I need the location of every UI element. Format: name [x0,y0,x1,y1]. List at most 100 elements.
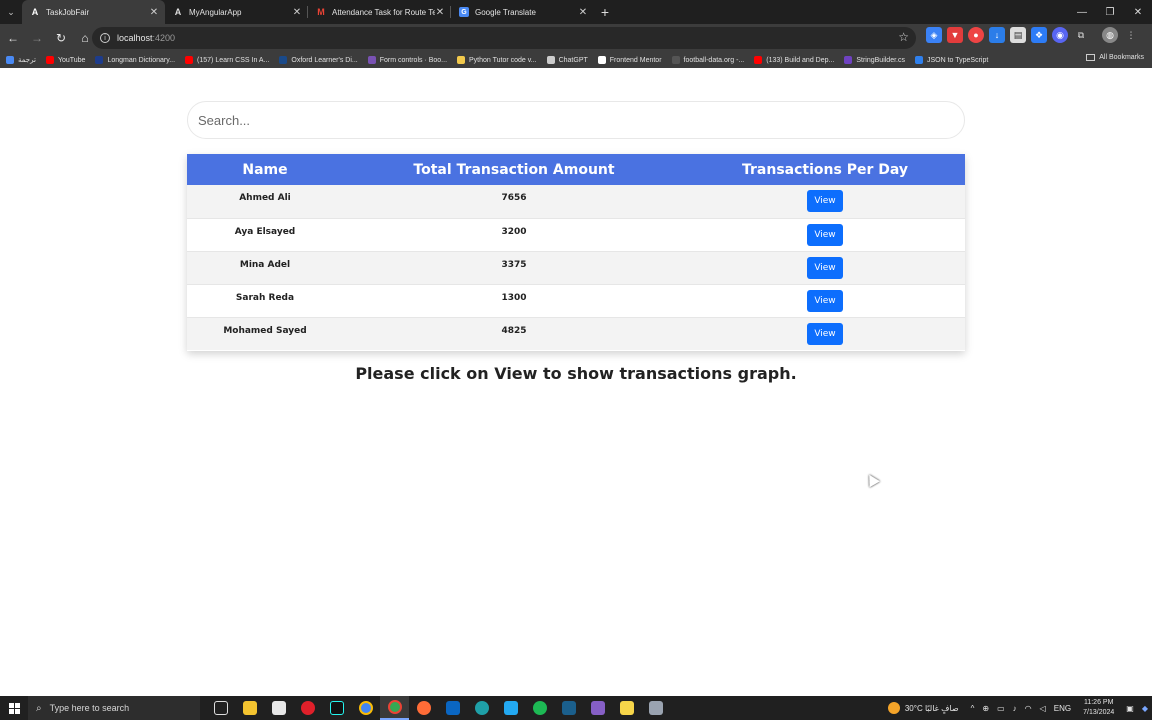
bookmark-item[interactable]: StringBuilder.cs [844,56,905,64]
close-tab-icon[interactable]: ✕ [435,7,445,18]
chrome-icon[interactable] [351,696,380,720]
tab-myangularapp[interactable]: A MyAngularApp ✕ [165,0,308,24]
bookmark-item[interactable]: YouTube [45,56,85,64]
vscode-icon[interactable] [496,696,525,720]
spotify-icon[interactable] [525,696,554,720]
bookmark-item[interactable]: ترجمة [6,56,36,64]
tab-google-translate[interactable]: G Google Translate ✕ [451,0,594,24]
total-amount: 3200 [343,217,685,251]
extension-icon[interactable]: ◈ [926,27,942,43]
opera-icon[interactable] [293,696,322,720]
microsoft-store-icon[interactable] [264,696,293,720]
tab-strip: ⌄ A TaskJobFair ✕ A MyAngularApp ✕ M Att… [0,0,1152,24]
brave-shield-icon[interactable]: ▼ [947,27,963,43]
clock-time: 11:26 PM [1083,699,1114,706]
visual-studio-icon[interactable] [583,696,612,720]
sticky-notes-icon[interactable] [612,696,641,720]
bookmark-favicon-icon [844,56,853,64]
bookmark-item[interactable]: Form controls · Boo... [367,56,447,64]
bookmark-item[interactable]: Frontend Mentor [597,56,662,64]
steam-icon[interactable] [554,696,583,720]
volume-icon[interactable]: ◁ [1040,704,1046,713]
extension-icon[interactable]: ▤ [1010,27,1026,43]
view-button[interactable]: View [807,322,843,345]
tiktok-icon[interactable] [322,696,351,720]
linkedin-icon[interactable] [438,696,467,720]
extension-icon[interactable]: ● [968,27,984,43]
view-button[interactable]: View [807,289,843,312]
bookmark-item[interactable]: (157) Learn CSS In A... [185,56,269,64]
tab-attendance-task[interactable]: M Attendance Task for Route Tech ✕ [308,0,451,24]
close-tab-icon[interactable]: ✕ [149,7,159,18]
view-button[interactable]: View [807,256,843,279]
table-header-row: Name Total Transaction Amount Transactio… [187,154,965,185]
bootstrap-icon [367,56,376,64]
all-bookmarks-button[interactable]: All Bookmarks [1086,54,1144,61]
show-hidden-icons-chevron-icon[interactable]: ^ [971,704,975,713]
forward-icon[interactable]: → [26,27,48,49]
search-input[interactable] [187,101,965,139]
input-language[interactable]: ENG [1054,704,1071,713]
table-row: Sarah Reda 1300 View [187,283,965,317]
restore-icon[interactable]: ❐ [1096,0,1124,24]
transactions-table-card: Name Total Transaction Amount Transactio… [187,154,965,351]
address-bar[interactable]: i localhost :4200 ☆ [92,27,916,49]
copilot-icon[interactable]: ◆ [1142,704,1148,713]
taskbar-clock[interactable]: 11:26 PM 7/13/2024 [1083,698,1114,718]
bookmark-label: StringBuilder.cs [856,56,905,64]
bookmark-item[interactable]: Longman Dictionary... [95,56,175,64]
app-icon[interactable] [641,696,670,720]
close-tab-icon[interactable]: ✕ [578,7,588,18]
taskbar-search-box[interactable]: ⌕ Type here to search [28,696,200,720]
bookmark-item[interactable]: ChatGPT [546,56,588,64]
wifi-icon[interactable]: ◠ [1025,704,1032,713]
column-header-name: Name [242,161,288,178]
bookmark-item[interactable]: (133) Build and Dep... [754,56,834,64]
bookmark-item[interactable]: Python Tutor code v... [457,56,537,64]
menu-dots-icon[interactable]: ⋮ [1123,27,1139,43]
extension-icon[interactable]: ↓ [989,27,1005,43]
windows-start-icon[interactable] [0,696,28,720]
reload-icon[interactable]: ↻ [50,27,72,49]
bookmark-item[interactable]: football-data.org -... [671,56,744,64]
gmail-icon: M [317,7,325,17]
chrome-active-icon[interactable] [380,696,409,720]
edge-icon[interactable] [467,696,496,720]
battery-icon[interactable]: ▭ [997,704,1005,713]
bookmarks-bar: ترجمة YouTube Longman Dictionary... (157… [0,52,1152,68]
tab-title: TaskJobFair [46,7,90,17]
puzzle-extensions-icon[interactable]: ⧉ [1073,27,1089,43]
task-view-icon[interactable] [206,696,235,720]
minimize-icon[interactable]: — [1068,0,1096,24]
bookmark-favicon-icon [914,56,923,64]
customer-name: Mina Adel [187,250,343,284]
bookmark-star-icon[interactable]: ☆ [898,30,909,44]
network-icon[interactable]: ⊕ [982,704,989,713]
new-tab-button[interactable]: + [594,4,616,20]
view-button[interactable]: View [807,190,843,212]
file-explorer-icon[interactable] [235,696,264,720]
browser-toolbar: ← → ↻ ⌂ i localhost :4200 ☆ ◈ ▼ ● ↓ ▤ ❖ … [0,24,1152,52]
page-content: Name Total Transaction Amount Transactio… [0,68,1152,696]
close-window-icon[interactable]: ✕ [1124,0,1152,24]
view-button[interactable]: View [807,223,843,246]
tab-search-chevron-icon[interactable]: ⌄ [0,0,22,24]
bookmark-label: (133) Build and Dep... [766,56,835,64]
postman-icon[interactable] [409,696,438,720]
graph-hint-text: Please click on View to show transaction… [355,364,797,383]
bookmark-item[interactable]: Oxford Learner's Di... [279,56,358,64]
customer-name: Ahmed Ali [239,193,291,203]
profile-avatar-icon[interactable]: ◍ [1102,27,1118,43]
notifications-icon[interactable]: ▣ [1126,704,1134,713]
extension-icon[interactable]: ❖ [1031,27,1047,43]
tab-taskjobfair[interactable]: A TaskJobFair ✕ [22,0,165,24]
extension-icon[interactable]: ◉ [1052,27,1068,43]
weather-widget[interactable]: 30°C صافٍ غالبًا [887,702,959,714]
close-tab-icon[interactable]: ✕ [292,7,302,18]
bookmark-item[interactable]: JSON to TypeScript [914,56,988,64]
angular-icon: A [174,7,182,17]
microphone-icon[interactable]: ♪ [1013,704,1017,713]
bookmark-favicon-icon [279,56,288,64]
back-icon[interactable]: ← [2,27,24,49]
site-info-icon[interactable]: i [100,33,110,43]
